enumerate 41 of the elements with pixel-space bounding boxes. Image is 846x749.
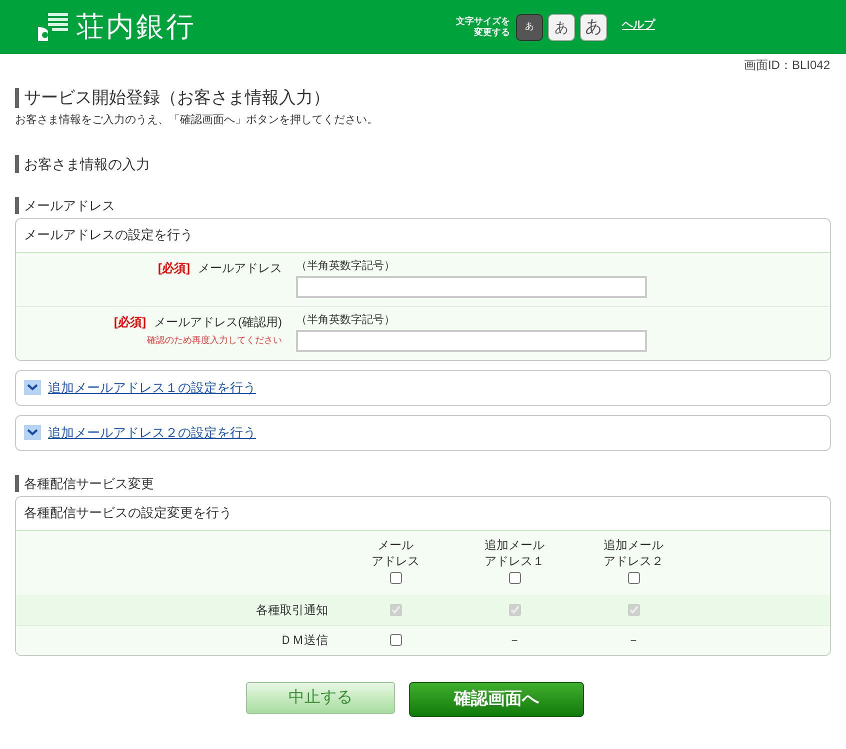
- field-label: メールアドレス: [198, 260, 282, 276]
- input-hint: （半角英数字記号）: [296, 258, 396, 272]
- email-input[interactable]: [296, 330, 647, 352]
- font-size-button[interactable]: あ: [580, 14, 607, 40]
- not-applicable-mark: －: [628, 632, 640, 649]
- font-size-button[interactable]: あ: [548, 14, 575, 40]
- confirm-button[interactable]: 確認画面へ: [409, 682, 584, 716]
- required-label: [必須]: [114, 314, 146, 330]
- row-label: 各種取引通知: [256, 602, 328, 618]
- section-heading: お客さま情報の入力: [15, 154, 150, 172]
- section-heading: 各種配信サービス変更: [15, 474, 154, 492]
- field-note: 確認のため再度入力してください: [147, 334, 282, 346]
- chevron-down-icon[interactable]: [24, 425, 41, 440]
- expander-link[interactable]: 追加メールアドレス２の設定を行う: [48, 422, 256, 442]
- card-title: 各種配信サービスの設定変更を行う: [24, 504, 232, 522]
- expander-panel[interactable]: 追加メールアドレス２の設定を行う: [15, 414, 831, 450]
- column-header: 追加メール アドレス２: [604, 536, 664, 568]
- bank-logo: 荘内銀行: [76, 13, 196, 41]
- expander-link[interactable]: 追加メールアドレス１の設定を行う: [48, 378, 256, 398]
- column-header: メール アドレス: [372, 536, 420, 568]
- font-size-button[interactable]: あ: [516, 14, 543, 40]
- chevron-down-icon[interactable]: [24, 380, 41, 395]
- email-input[interactable]: [296, 276, 647, 298]
- checkbox[interactable]: [390, 634, 402, 646]
- checkbox[interactable]: [390, 572, 402, 584]
- screen-id: 画面ID：BLI042: [744, 57, 830, 74]
- column-header: 追加メール アドレス１: [484, 536, 544, 568]
- font-size-label: 文字サイズを 変更する: [456, 16, 510, 38]
- section-heading: メールアドレス: [15, 196, 115, 214]
- checkbox[interactable]: [508, 572, 520, 584]
- required-label: [必須]: [158, 260, 190, 276]
- not-applicable-mark: －: [508, 632, 520, 649]
- checkbox[interactable]: [628, 572, 640, 584]
- row-label: ＤＭ送信: [280, 632, 328, 649]
- expander-panel[interactable]: 追加メールアドレス１の設定を行う: [15, 370, 831, 406]
- logo-icon: [36, 11, 70, 43]
- card-title: メールアドレスの設定を行う: [24, 226, 193, 244]
- page-description: お客さま情報をご入力のうえ、「確認画面へ」ボタンを押してください。: [15, 112, 379, 128]
- page-title: サービス開始登録（お客さま情報入力）: [15, 88, 330, 108]
- field-label: メールアドレス(確認用): [154, 314, 282, 330]
- input-hint: （半角英数字記号）: [296, 312, 396, 326]
